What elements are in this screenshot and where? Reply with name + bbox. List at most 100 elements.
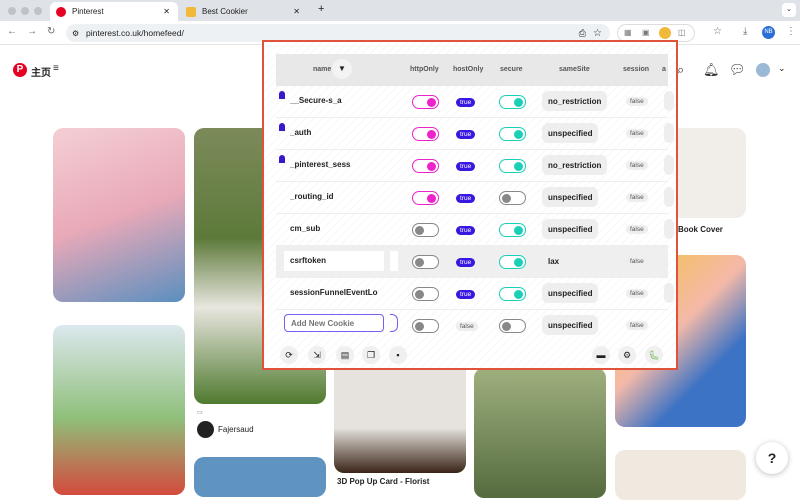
window-maximize-button[interactable] xyxy=(34,7,42,15)
search-icon[interactable]: ⌕ xyxy=(677,62,684,78)
cookie-row[interactable]: cm_sub true unspecified false xyxy=(276,214,674,246)
delete-icon[interactable]: ▪ xyxy=(389,346,407,364)
refresh-icon[interactable]: ⟳ xyxy=(280,346,298,364)
home-menu-icon[interactable]: ≡ xyxy=(53,63,59,74)
pin-caption[interactable]: 3D Pop Up Card - Florist xyxy=(337,477,429,486)
value-edit-field[interactable] xyxy=(390,251,398,271)
cookie-row[interactable]: csrftoken true lax false xyxy=(276,246,668,278)
account-chevron-down-icon[interactable]: ⌄ xyxy=(778,63,786,74)
pin-image[interactable] xyxy=(474,368,606,498)
new-tab-button[interactable]: + xyxy=(318,3,324,15)
window-minimize-button[interactable] xyxy=(21,7,29,15)
close-tab-icon[interactable]: ✕ xyxy=(163,7,170,16)
secure-toggle[interactable] xyxy=(499,255,526,269)
cookie-row[interactable]: __Secure-s_a true no_restriction false xyxy=(276,86,674,118)
httponly-toggle[interactable] xyxy=(412,95,439,109)
httponly-toggle[interactable] xyxy=(412,287,439,301)
notifications-bell-icon[interactable]: 🔔︎ xyxy=(703,62,720,78)
column-samesite[interactable]: sameSite xyxy=(559,66,590,73)
httponly-toggle[interactable] xyxy=(412,223,439,237)
column-hostonly[interactable]: hostOnly xyxy=(453,66,483,73)
new-cookie-value-input[interactable] xyxy=(390,314,398,332)
samesite-select[interactable]: no_restriction xyxy=(542,91,608,111)
forward-icon[interactable]: → xyxy=(27,26,37,37)
puzzle-extensions-icon[interactable]: ◫ xyxy=(678,28,686,37)
secure-toggle[interactable] xyxy=(499,127,526,141)
samesite-select[interactable]: unspecified xyxy=(542,219,599,239)
httponly-toggle[interactable] xyxy=(412,127,439,141)
samesite-select[interactable]: no_restriction xyxy=(542,155,608,175)
reading-list-icon[interactable]: ☆ xyxy=(713,26,722,37)
column-httponly[interactable]: httpOnly xyxy=(410,66,439,73)
session-value: false xyxy=(626,289,648,298)
home-link[interactable]: 主页 xyxy=(31,64,51,79)
secure-toggle[interactable] xyxy=(499,159,526,173)
httponly-toggle[interactable] xyxy=(412,159,439,173)
column-session[interactable]: session xyxy=(623,66,649,73)
column-secure[interactable]: secure xyxy=(500,66,523,73)
tab-search-chevron-icon[interactable]: ⌄ xyxy=(782,3,796,17)
tab-pinterest[interactable]: Pinterest ✕ xyxy=(50,2,178,21)
new-hostonly-badge: false xyxy=(456,322,478,331)
import-icon[interactable]: ⇲ xyxy=(308,346,326,364)
reader-extension-icon[interactable]: ▣ xyxy=(642,28,650,37)
samesite-select[interactable]: unspecified xyxy=(542,283,599,303)
pinned-ribbon-icon xyxy=(279,123,285,131)
pin-image[interactable] xyxy=(615,450,746,500)
cookie-row[interactable]: _routing_id true unspecified false xyxy=(276,182,674,214)
new-samesite-select[interactable]: unspecified xyxy=(542,315,599,335)
secure-toggle[interactable] xyxy=(499,223,526,237)
user-avatar[interactable] xyxy=(756,63,770,77)
cookie-row[interactable]: sessionFunnelEventLo true unspecified false xyxy=(276,278,674,310)
bookmark-star-icon[interactable]: ☆ xyxy=(593,28,602,39)
export-icon[interactable]: ▤ xyxy=(336,346,354,364)
site-settings-icon[interactable]: ⚙ xyxy=(72,29,79,38)
fullscreen-icon[interactable]: ▬ xyxy=(592,346,610,364)
pinterest-logo-icon[interactable]: P xyxy=(13,63,27,77)
column-truncated[interactable]: a xyxy=(662,66,666,73)
secure-toggle[interactable] xyxy=(499,287,526,301)
column-name[interactable]: name xyxy=(313,66,331,73)
samesite-select[interactable]: lax xyxy=(542,251,565,271)
author-avatar[interactable] xyxy=(197,421,214,438)
secure-toggle[interactable] xyxy=(499,191,526,205)
pin-caption[interactable]: Book Cover xyxy=(678,225,723,234)
filter-icon[interactable]: ▼ xyxy=(332,59,352,79)
help-button[interactable]: ? xyxy=(756,442,788,474)
pin-image[interactable] xyxy=(194,457,326,497)
pin-image[interactable] xyxy=(334,360,466,473)
cookie-row[interactable]: _pinterest_sess true no_restriction false xyxy=(276,150,674,182)
hostonly-badge: true xyxy=(456,98,476,107)
settings-icon[interactable]: ⚙ xyxy=(618,346,636,364)
httponly-toggle[interactable] xyxy=(412,191,439,205)
pinterest-favicon-icon xyxy=(56,6,66,17)
copy-icon[interactable]: ❐ xyxy=(362,346,380,364)
window-close-button[interactable] xyxy=(8,7,16,15)
menu-kebab-icon[interactable]: ⋮ xyxy=(786,26,796,37)
secure-toggle[interactable] xyxy=(499,95,526,109)
bug-icon[interactable]: 🐛︎ xyxy=(645,346,663,364)
pin-image[interactable] xyxy=(53,128,185,302)
session-value: false xyxy=(626,193,648,202)
samesite-select[interactable]: unspecified xyxy=(542,123,599,143)
tab-best-cookier[interactable]: Best Cookier ✕ xyxy=(180,2,308,21)
profile-avatar[interactable]: NB xyxy=(762,26,775,39)
pin-image[interactable] xyxy=(53,325,185,495)
install-app-icon[interactable]: ⎙ xyxy=(579,28,586,39)
samesite-select[interactable]: unspecified xyxy=(542,187,599,207)
cookie-name: _routing_id xyxy=(290,192,334,201)
close-tab-icon[interactable]: ✕ xyxy=(293,7,300,16)
cookie-row[interactable]: _auth true unspecified false xyxy=(276,118,674,150)
reload-icon[interactable]: ↻ xyxy=(47,26,55,37)
tab-label: Pinterest xyxy=(72,7,104,16)
messages-icon[interactable]: 💬︎ xyxy=(729,62,746,78)
new-secure-toggle[interactable] xyxy=(499,319,526,333)
qr-extension-icon[interactable]: ▦ xyxy=(624,28,632,37)
back-icon[interactable]: ← xyxy=(7,26,17,37)
httponly-toggle[interactable] xyxy=(412,255,439,269)
add-new-cookie-input[interactable] xyxy=(284,314,384,332)
new-httponly-toggle[interactable] xyxy=(412,319,439,333)
download-icon[interactable]: ⤓ xyxy=(743,26,747,37)
cookie-extension-icon[interactable] xyxy=(659,27,671,39)
pin-author-name[interactable]: Fajersaud xyxy=(218,425,254,434)
